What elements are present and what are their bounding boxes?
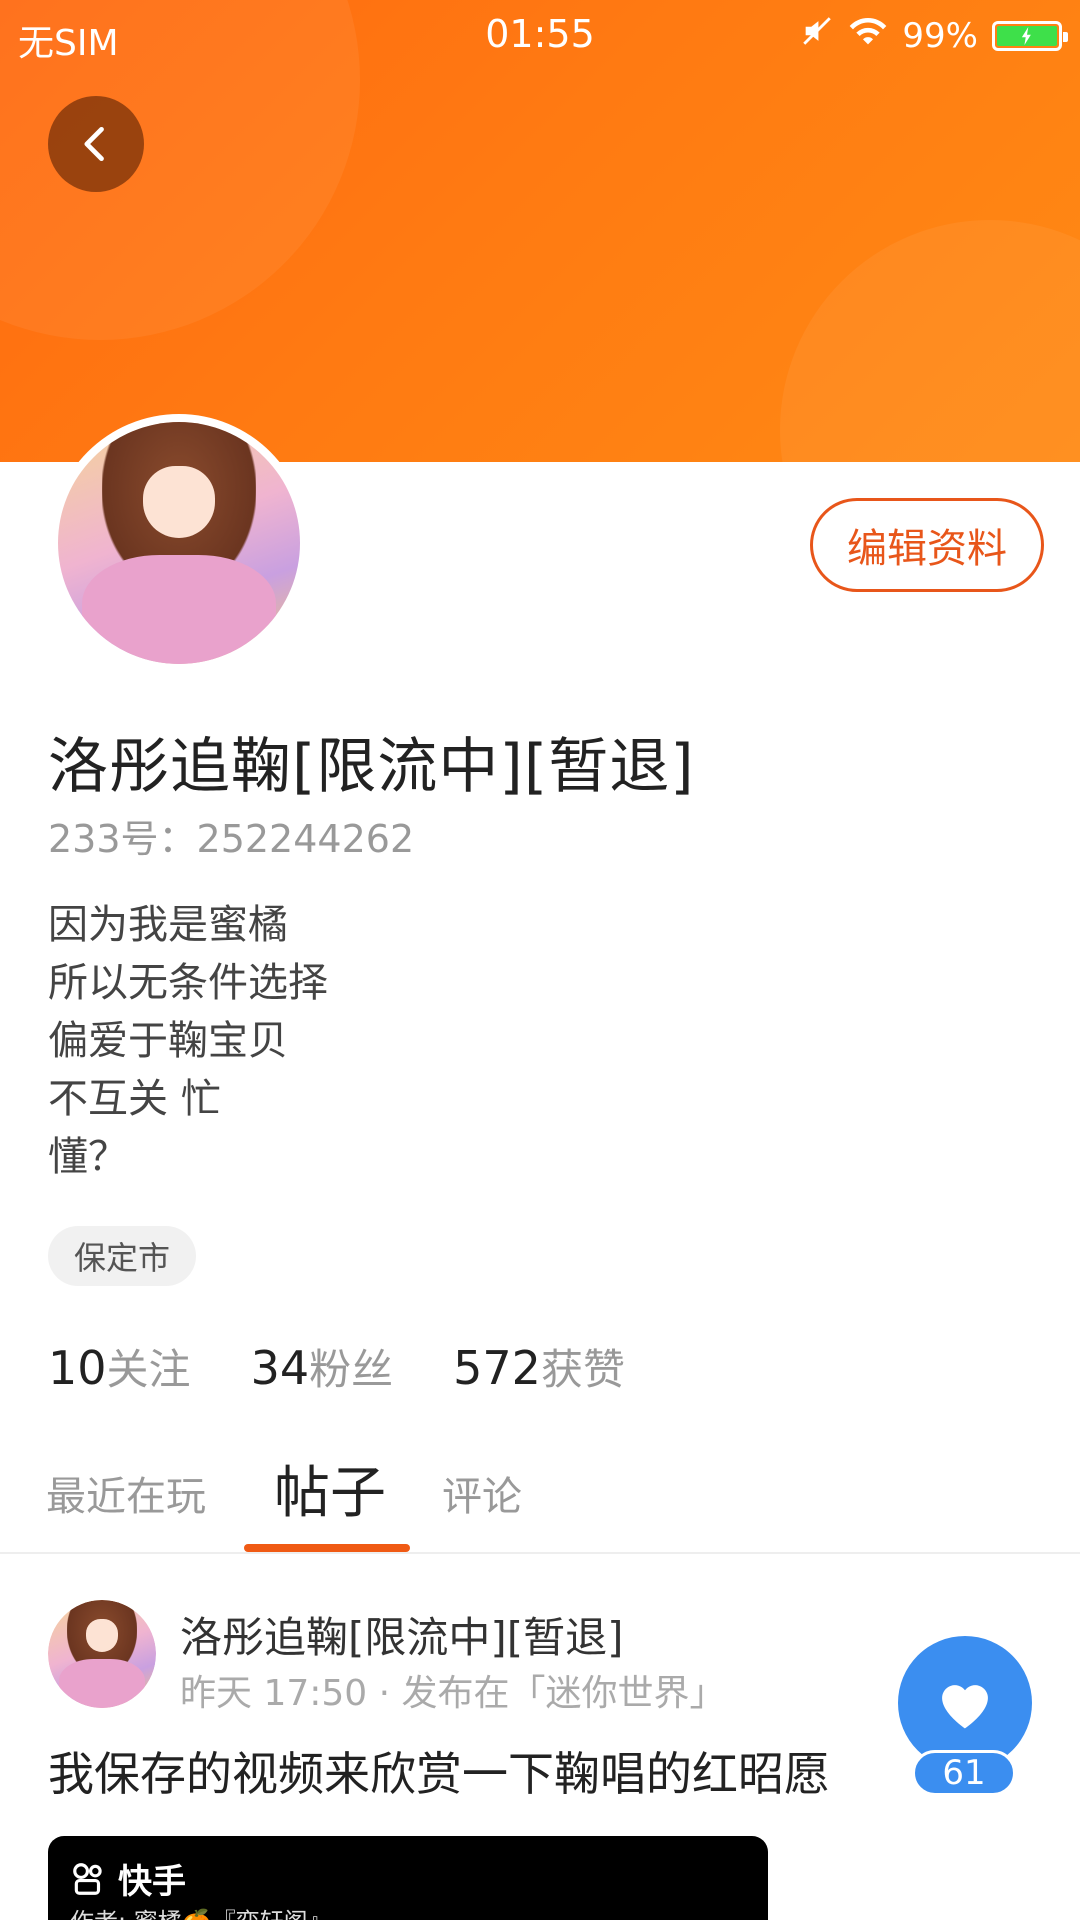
profile-page: 无SIM 01:55 99% 编辑资料 洛彤追鞠[限流中][暂退] 233号：2… <box>0 0 1080 1920</box>
profile-stats: 10关注 34粉丝 572获赞 <box>48 1336 625 1397</box>
battery-icon <box>992 20 1068 51</box>
username: 洛彤追鞠[限流中][暂退] <box>48 732 695 802</box>
like-count: 61 <box>912 1750 1016 1796</box>
stat-likes[interactable]: 572获赞 <box>453 1336 625 1397</box>
bio: 因为我是蜜橘 所以无条件选择 偏爱于鞠宝贝 不互关 忙 懂？ <box>48 896 328 1186</box>
post-author-avatar[interactable] <box>48 1600 156 1708</box>
battery-percent: 99% <box>902 15 978 56</box>
stat-number: 572 <box>453 1341 541 1395</box>
bio-line: 不互关 忙 <box>48 1076 221 1122</box>
mute-icon <box>800 14 834 57</box>
tab-comments[interactable]: 评论 <box>442 1464 522 1522</box>
stat-label: 获赞 <box>540 1345 625 1394</box>
status-bar: 无SIM 01:55 99% <box>0 0 1080 76</box>
stat-label: 粉丝 <box>309 1345 394 1394</box>
stat-following[interactable]: 10关注 <box>48 1336 191 1397</box>
avatar[interactable] <box>50 414 308 672</box>
user-id: 233号：252244262 <box>48 817 415 861</box>
status-right: 99% <box>800 14 1068 57</box>
stat-label: 关注 <box>106 1345 191 1394</box>
video-brand: 快手 <box>70 1854 186 1903</box>
location-tag: 保定市 <box>48 1226 197 1286</box>
wifi-icon <box>848 15 888 56</box>
edit-profile-button[interactable]: 编辑资料 <box>810 498 1044 592</box>
stat-number: 10 <box>48 1341 107 1395</box>
bio-line: 偏爱于鞠宝贝 <box>48 1018 288 1064</box>
video-byline: 作者: 蜜橘🍊『弈轩阁』 <box>70 1902 332 1920</box>
kuaishou-logo-icon <box>73 1862 102 1895</box>
banner-decoration <box>780 220 1080 462</box>
post-meta: 昨天 17:50 · 发布在「迷你世界」 <box>180 1673 726 1714</box>
active-tab-indicator <box>244 1544 410 1552</box>
tab-recently-played[interactable]: 最近在玩 <box>46 1464 206 1522</box>
post-text[interactable]: 我保存的视频来欣赏一下鞠唱的红昭愿 <box>48 1738 830 1804</box>
post-author-name[interactable]: 洛彤追鞠[限流中][暂退] <box>180 1604 624 1665</box>
avatar-image <box>58 422 300 664</box>
video-preview[interactable]: 快手 作者: 蜜橘🍊『弈轩阁』 <box>48 1836 768 1920</box>
divider <box>0 1552 1080 1554</box>
bio-line: 懂？ <box>48 1134 128 1180</box>
bio-line: 因为我是蜜橘 <box>48 902 288 948</box>
stat-number: 34 <box>250 1341 310 1395</box>
heart-icon <box>942 1685 988 1729</box>
tab-posts[interactable]: 帖子 <box>274 1448 386 1529</box>
video-brand-label: 快手 <box>118 1862 186 1902</box>
profile-tabs: 最近在玩 帖子 评论 <box>0 1452 1080 1552</box>
chevron-left-icon <box>84 126 104 162</box>
back-button[interactable] <box>48 96 144 192</box>
stat-fans[interactable]: 34粉丝 <box>251 1336 394 1397</box>
bio-line: 所以无条件选择 <box>48 960 328 1006</box>
